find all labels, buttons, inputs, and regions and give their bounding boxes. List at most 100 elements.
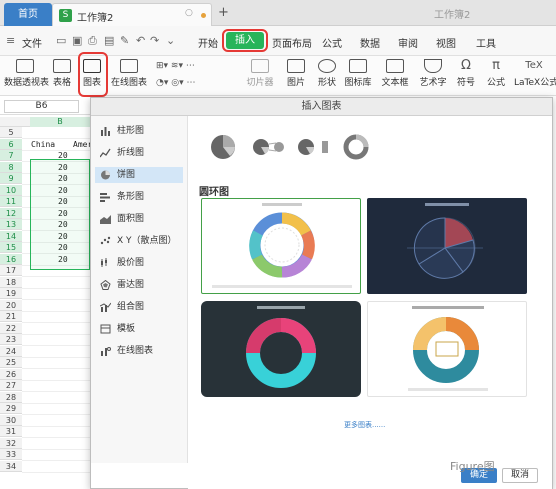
redo-icon[interactable]: ↷: [150, 34, 159, 47]
tab-page-layout[interactable]: 页面布局: [272, 35, 312, 50]
row-header[interactable]: 11: [0, 196, 22, 207]
row-header[interactable]: 20: [0, 299, 22, 311]
column-header-b[interactable]: B: [30, 117, 90, 127]
row-header[interactable]: 31: [0, 426, 22, 437]
latex-formula-button[interactable]: TeX LaTeX公式: [514, 56, 556, 88]
menu-file[interactable]: 文件: [22, 35, 42, 50]
category-radar[interactable]: 雷达图: [95, 277, 183, 293]
symbol-button[interactable]: Ω 符号: [454, 56, 478, 89]
chart-preset-light-doughnut[interactable]: [201, 198, 361, 294]
row-header[interactable]: 16: [0, 253, 22, 265]
row-header[interactable]: 27: [0, 380, 22, 391]
name-box[interactable]: B6: [4, 100, 79, 113]
pivot-table-button[interactable]: 数据透视表: [4, 56, 50, 88]
row-header[interactable]: 15: [0, 242, 22, 253]
chart-category-sidebar: 柱形图 折线图 饼图 条形图 面积图 X Y（散点图） 股价图 雷达图 组合图 …: [91, 116, 188, 463]
row-header[interactable]: 28: [0, 391, 22, 403]
category-bar[interactable]: 条形图: [95, 189, 183, 205]
row-header[interactable]: 17: [0, 265, 22, 276]
formula-button[interactable]: π 公式: [484, 56, 508, 89]
chart-preset-dark-doughnut[interactable]: [201, 301, 361, 397]
category-scatter[interactable]: X Y（散点图）: [95, 233, 183, 249]
row-divider: [22, 402, 90, 404]
text-box-icon: [386, 59, 404, 73]
shapes-button[interactable]: 形状: [312, 56, 342, 88]
format-painter-icon[interactable]: ✎: [120, 34, 129, 47]
cell-header-country[interactable]: China: [31, 139, 55, 150]
dropdown-icon[interactable]: ⌄: [166, 34, 175, 47]
row-header[interactable]: 21: [0, 311, 22, 322]
row-header[interactable]: 19: [0, 288, 22, 299]
more-charts-link[interactable]: 更多图表......: [344, 420, 385, 430]
row-header[interactable]: 24: [0, 345, 22, 357]
text-box-button[interactable]: 文本框: [378, 56, 412, 88]
row-header[interactable]: 25: [0, 357, 22, 368]
chart-preset-teal-doughnut[interactable]: [367, 301, 527, 397]
row-header[interactable]: 26: [0, 368, 22, 380]
category-column[interactable]: 柱形图: [95, 123, 183, 139]
tab-start[interactable]: 开始: [198, 35, 218, 50]
online-chart-button[interactable]: 在线图表: [108, 56, 150, 88]
row-header[interactable]: 10: [0, 184, 22, 196]
category-online-chart[interactable]: 在线图表: [95, 343, 183, 359]
table-button[interactable]: 表格: [50, 56, 74, 88]
pie-subtype-bar-of-pie[interactable]: [296, 132, 334, 162]
add-tab-button[interactable]: +: [218, 5, 229, 20]
row-header[interactable]: 23: [0, 334, 22, 345]
hamburger-icon[interactable]: ≡: [6, 34, 15, 47]
row-header[interactable]: 5: [0, 127, 22, 138]
row-header[interactable]: 14: [0, 230, 22, 242]
row-header[interactable]: 7: [0, 150, 22, 161]
row-header[interactable]: 22: [0, 322, 22, 334]
save-icon[interactable]: ▣: [72, 34, 82, 47]
pin-icon[interactable]: ○: [185, 8, 193, 18]
preview-icon[interactable]: ▤: [104, 34, 114, 47]
row-header[interactable]: 9: [0, 173, 22, 184]
row-header[interactable]: 33: [0, 449, 22, 460]
tab-data[interactable]: 数据: [360, 35, 380, 50]
category-stock[interactable]: 股价图: [95, 255, 183, 271]
line-chart-dropdown-icon[interactable]: ⊞▾ ≋▾ ⋯: [156, 61, 195, 71]
title-bar: 首页 S 工作簿2 ○ + 工作簿2: [0, 0, 556, 26]
row-header[interactable]: 32: [0, 437, 22, 449]
row-header[interactable]: 6: [0, 138, 22, 150]
row-divider: [22, 322, 90, 323]
category-template[interactable]: 模板: [95, 321, 183, 337]
category-area[interactable]: 面积图: [95, 211, 183, 227]
category-combo[interactable]: 组合图: [95, 299, 183, 315]
tab-view[interactable]: 视图: [436, 35, 456, 50]
row-header[interactable]: 13: [0, 219, 22, 230]
print-icon[interactable]: ⎙: [88, 34, 97, 48]
pivot-table-label: 数据透视表: [4, 78, 50, 88]
row-header[interactable]: 8: [0, 161, 22, 173]
section-title-doughnut: 圆环图: [199, 187, 229, 198]
slicer-button[interactable]: 切片器: [244, 56, 276, 88]
row-header[interactable]: 29: [0, 403, 22, 414]
tab-workbook[interactable]: S 工作簿2 ○: [52, 3, 212, 26]
chart-preset-dark-pie[interactable]: [367, 198, 527, 294]
word-art-button[interactable]: 艺术字: [416, 56, 450, 88]
spreadsheet-grid[interactable]: B 5 6 7 8 9 10 11 12 13 14 15 16 17 18 19 20 21 22 23 24 25 2…: [0, 117, 90, 489]
row-header[interactable]: 12: [0, 207, 22, 219]
pie-subtype-pie[interactable]: [208, 132, 238, 162]
category-pie[interactable]: 饼图: [95, 167, 183, 183]
icon-library-button[interactable]: 图标库: [344, 56, 372, 88]
undo-icon[interactable]: ↶: [136, 34, 145, 47]
pie-subtype-doughnut[interactable]: [341, 132, 371, 162]
omega-icon: Ω: [461, 58, 471, 73]
category-line[interactable]: 折线图: [95, 145, 183, 161]
row-header[interactable]: 30: [0, 414, 22, 426]
tab-home[interactable]: 首页: [4, 3, 52, 26]
row-header[interactable]: 18: [0, 276, 22, 288]
tab-formulas[interactable]: 公式: [322, 35, 342, 50]
line-chart-icon: [100, 148, 111, 158]
cancel-button[interactable]: 取消: [502, 468, 538, 483]
pie-chart-dropdown-icon[interactable]: ◔▾ ◎▾ ⋯: [156, 78, 195, 88]
pie-subtype-pie-of-pie[interactable]: [251, 132, 289, 162]
picture-button[interactable]: 图片: [284, 56, 308, 88]
tab-tools[interactable]: 工具: [476, 35, 496, 50]
tab-review[interactable]: 审阅: [398, 35, 418, 50]
open-icon[interactable]: ▭: [56, 34, 66, 47]
row-header[interactable]: 34: [0, 460, 22, 472]
cell-header-amer[interactable]: Amer: [73, 139, 90, 150]
